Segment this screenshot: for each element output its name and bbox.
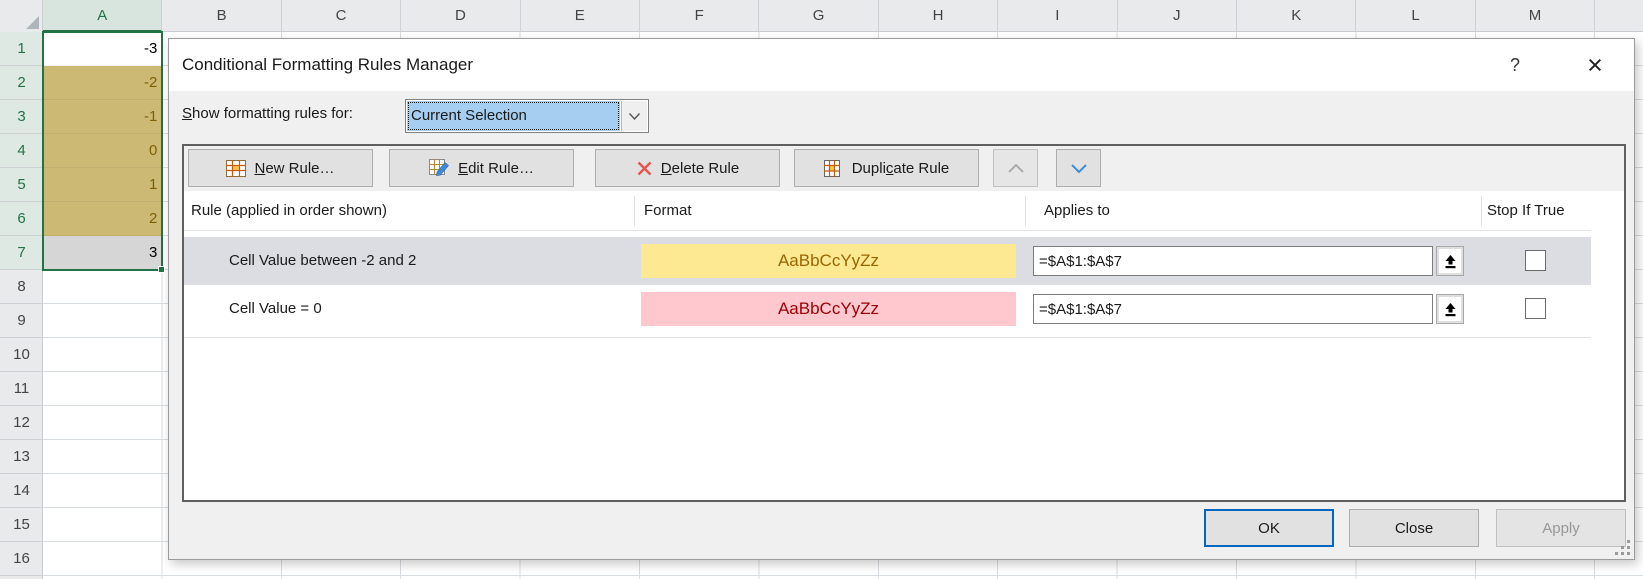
rule-list: Rule (applied in order shown) Format App… (184, 191, 1624, 500)
help-button[interactable]: ? (1499, 39, 1531, 91)
collapse-dialog-button[interactable] (1436, 246, 1464, 276)
dialog-title: Conditional Formatting Rules Manager (182, 39, 473, 91)
row-header-6[interactable]: 6 (0, 202, 43, 236)
rule-row-2[interactable]: Cell Value = 0 AaBbCcYyZz (184, 285, 1591, 333)
row-header-5[interactable]: 5 (0, 168, 43, 202)
chevron-up-icon (1007, 163, 1025, 174)
delete-rule-label: Delete Rule (661, 160, 739, 177)
edit-rule-button[interactable]: Edit Rule… (389, 149, 574, 187)
applies-to-input[interactable] (1033, 246, 1433, 276)
chevron-down-icon (1070, 163, 1088, 174)
fill-handle[interactable] (158, 266, 165, 273)
selection-border (42, 31, 163, 271)
rules-toolbar: New Rule… Edit Rule… Delete Rule Duplica… (184, 146, 1624, 191)
new-rule-button[interactable]: New Rule… (188, 149, 373, 187)
column-header-G[interactable]: G (759, 0, 878, 32)
column-header-B[interactable]: B (162, 0, 281, 32)
column-header-H[interactable]: H (879, 0, 998, 32)
format-preview: AaBbCcYyZz (641, 292, 1016, 326)
delete-rule-button[interactable]: Delete Rule (595, 149, 780, 187)
conditional-formatting-rules-manager-dialog: Conditional Formatting Rules Manager ? ×… (168, 38, 1635, 560)
column-header-M[interactable]: M (1476, 0, 1595, 32)
row-header-7[interactable]: 7 (0, 236, 43, 270)
dialog-titlebar[interactable]: Conditional Formatting Rules Manager ? × (169, 39, 1634, 91)
rule-list-header: Rule (applied in order shown) Format App… (184, 191, 1591, 231)
row-header-14[interactable]: 14 (0, 474, 43, 508)
close-icon[interactable]: × (1573, 39, 1617, 91)
stop-if-true-checkbox[interactable] (1525, 250, 1546, 271)
column-header-K[interactable]: K (1237, 0, 1356, 32)
col-header-applies-to: Applies to (1044, 191, 1110, 231)
delete-x-icon (636, 160, 653, 177)
column-header-A[interactable]: A (43, 0, 162, 32)
table-icon (226, 160, 246, 177)
ok-button[interactable]: OK (1204, 509, 1334, 547)
col-header-stop-if-true: Stop If True (1487, 191, 1565, 231)
move-rule-up-button (993, 149, 1038, 187)
col-header-format: Format (644, 191, 692, 231)
row-header-11[interactable]: 11 (0, 372, 43, 406)
duplicate-rule-button[interactable]: Duplicate Rule (794, 149, 979, 187)
rule-row-1[interactable]: Cell Value between -2 and 2 AaBbCcYyZz (184, 237, 1591, 285)
resize-grip[interactable] (1615, 540, 1630, 555)
edit-pencil-icon (429, 159, 450, 177)
column-header-F[interactable]: F (640, 0, 759, 32)
column-header-E[interactable]: E (521, 0, 640, 32)
column-header-I[interactable]: I (998, 0, 1117, 32)
row-header-10[interactable]: 10 (0, 338, 43, 372)
row-header-9[interactable]: 9 (0, 304, 43, 338)
column-divider (1025, 196, 1026, 226)
move-rule-down-button[interactable] (1056, 149, 1101, 187)
row-header-12[interactable]: 12 (0, 406, 43, 440)
row-separator (184, 337, 1591, 338)
dropdown-selected-value: Current Selection (407, 101, 620, 131)
rule-description: Cell Value = 0 (229, 285, 322, 333)
select-all-corner[interactable] (0, 0, 43, 32)
row-header-2[interactable]: 2 (0, 66, 43, 100)
show-rules-for-dropdown[interactable]: Current Selection (405, 99, 649, 133)
row-header-16[interactable]: 16 (0, 542, 43, 576)
stop-if-true-checkbox[interactable] (1525, 298, 1546, 319)
chevron-down-icon[interactable] (621, 101, 647, 131)
column-header-D[interactable]: D (401, 0, 520, 32)
new-rule-label: New Rule… (254, 160, 334, 177)
column-divider (1481, 196, 1482, 226)
row-header-3[interactable]: 3 (0, 100, 43, 134)
rule-description: Cell Value between -2 and 2 (229, 237, 416, 285)
duplicate-rule-label: Duplicate Rule (852, 160, 950, 177)
row-header-13[interactable]: 13 (0, 440, 43, 474)
row-header-8[interactable]: 8 (0, 270, 43, 304)
column-divider (634, 196, 635, 226)
row-header-1[interactable]: 1 (0, 32, 43, 66)
apply-button: Apply (1496, 509, 1626, 547)
show-rules-for-label: Show formatting rules for: (182, 105, 353, 122)
row-header-15[interactable]: 15 (0, 508, 43, 542)
applies-to-input[interactable] (1033, 294, 1433, 324)
range-select-arrow-icon (1444, 302, 1457, 317)
close-button[interactable]: Close (1349, 509, 1479, 547)
rules-panel: New Rule… Edit Rule… Delete Rule Duplica… (182, 144, 1626, 502)
column-header-L[interactable]: L (1356, 0, 1475, 32)
table-icon (824, 160, 844, 177)
column-header-J[interactable]: J (1118, 0, 1237, 32)
range-select-arrow-icon (1444, 254, 1457, 269)
format-preview: AaBbCcYyZz (641, 244, 1016, 278)
col-header-rule: Rule (applied in order shown) (191, 191, 387, 231)
column-header-C[interactable]: C (282, 0, 401, 32)
row-header-4[interactable]: 4 (0, 134, 43, 168)
edit-rule-label: Edit Rule… (458, 160, 534, 177)
collapse-dialog-button[interactable] (1436, 294, 1464, 324)
